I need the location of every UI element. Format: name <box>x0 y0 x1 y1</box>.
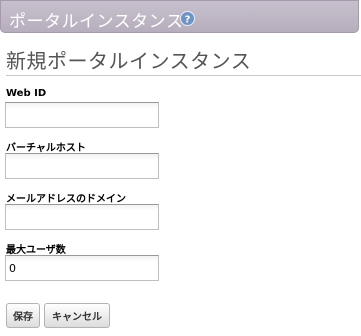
virtual-host-input[interactable] <box>5 153 159 179</box>
mail-domain-input[interactable] <box>5 204 159 230</box>
mail-domain-label: メールアドレスのドメイン <box>6 194 126 205</box>
svg-text:?: ? <box>185 14 191 25</box>
page: ポータルインスタンス ? 新規ポータルインスタンス Web ID バーチャルホス… <box>0 0 361 336</box>
help-question-icon[interactable]: ? <box>180 11 195 26</box>
portlet-title: ポータルインスタンス <box>9 12 184 32</box>
heading-divider <box>6 75 361 76</box>
web-id-label: Web ID <box>6 88 47 99</box>
web-id-input[interactable] <box>5 102 159 128</box>
page-title: 新規ポータルインスタンス <box>6 49 252 73</box>
max-users-label: 最大ユーザ数 <box>6 245 66 256</box>
cancel-button[interactable]: キャンセル <box>44 303 110 328</box>
virtual-host-label: バーチャルホスト <box>6 143 86 154</box>
max-users-input[interactable] <box>5 255 159 281</box>
portlet-header: ポータルインスタンス ? <box>0 0 359 33</box>
save-button[interactable]: 保存 <box>6 303 40 328</box>
